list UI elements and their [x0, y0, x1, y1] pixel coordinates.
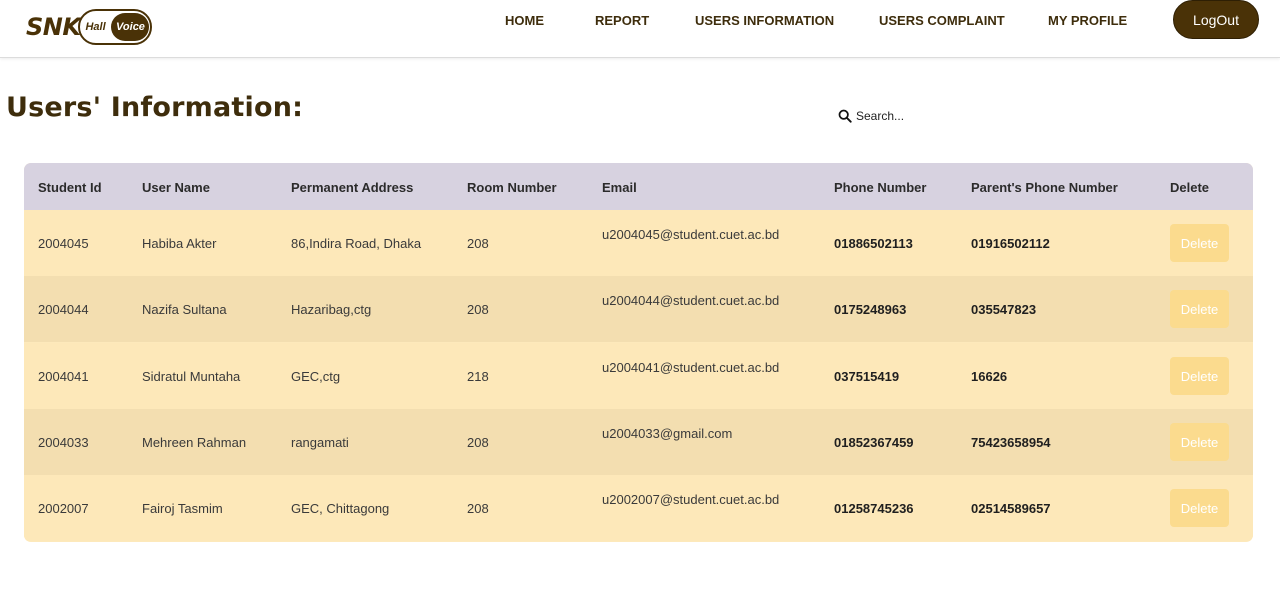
cell-email: u2004045@student.cuet.ac.bd [602, 227, 780, 242]
cell-parent-phone: 02514589657 [971, 501, 1051, 516]
cell-parent-phone: 75423658954 [971, 435, 1051, 450]
table-row: 2002007 Fairoj Tasmim GEC, Chittagong 20… [24, 475, 1253, 541]
cell-phone: 0175248963 [834, 302, 907, 317]
cell-phone: 01852367459 [834, 435, 914, 450]
nav-users-complaint-link[interactable]: USERS COMPLAINT [879, 13, 1005, 28]
table-header: Student Id User Name Permanent Address R… [24, 163, 1253, 210]
cell-email: u2004041@student.cuet.ac.bd [602, 360, 780, 375]
cell-address: GEC, Chittagong [291, 501, 390, 516]
nav-home-link[interactable]: HOME [505, 13, 544, 28]
table-row: 2004033 Mehreen Rahman rangamati 208 u20… [24, 409, 1253, 475]
cell-address: 86,Indira Road, Dhaka [291, 236, 422, 251]
logo[interactable]: SNK Hall Voice [26, 8, 153, 46]
logout-button[interactable]: LogOut [1173, 0, 1259, 39]
delete-button[interactable]: Delete [1170, 489, 1229, 527]
cell-user-name: Nazifa Sultana [142, 302, 227, 317]
delete-button[interactable]: Delete [1170, 423, 1229, 461]
header-parent-phone-number: Parent's Phone Number [971, 180, 1118, 195]
table-row: 2004044 Nazifa Sultana Hazaribag,ctg 208… [24, 276, 1253, 342]
cell-phone: 037515419 [834, 369, 900, 384]
search-box [838, 106, 1016, 126]
cell-parent-phone: 16626 [971, 369, 1008, 384]
cell-address: GEC,ctg [291, 369, 341, 384]
delete-button[interactable]: Delete [1170, 357, 1229, 395]
cell-phone: 01886502113 [834, 236, 913, 251]
delete-button[interactable]: Delete [1170, 290, 1229, 328]
navbar: SNK Hall Voice HOME REPORT USERS INFORMA… [0, 0, 1280, 58]
cell-student-id: 2004033 [38, 435, 89, 450]
cell-user-name: Habiba Akter [142, 236, 217, 251]
cell-user-name: Fairoj Tasmim [142, 501, 223, 516]
table-row: 2004041 Sidratul Muntaha GEC,ctg 218 u20… [24, 343, 1253, 409]
cell-email: u2004044@student.cuet.ac.bd [602, 293, 780, 308]
cell-student-id: 2004044 [38, 302, 89, 317]
search-input[interactable] [856, 109, 1016, 123]
cell-room-number: 218 [467, 369, 489, 384]
logo-hall-voice-badge: Hall Voice [78, 9, 153, 45]
search-icon[interactable] [838, 109, 852, 123]
users-table: Student Id User Name Permanent Address R… [24, 163, 1253, 542]
cell-student-id: 2004045 [38, 236, 89, 251]
page-title: Users' Information: [6, 92, 304, 123]
logo-snk-text: SNK [26, 13, 81, 41]
logo-hall-text: Hall [85, 21, 106, 33]
cell-student-id: 2002007 [38, 501, 89, 516]
cell-user-name: Mehreen Rahman [142, 435, 247, 450]
header-delete: Delete [1170, 180, 1210, 195]
header-permanent-address: Permanent Address [291, 180, 414, 195]
nav-report-link[interactable]: REPORT [595, 13, 649, 28]
logo-voice-text: Voice [111, 13, 150, 41]
header-room-number: Room Number [467, 180, 557, 195]
cell-parent-phone: 01916502112 [971, 236, 1050, 251]
nav-my-profile-link[interactable]: MY PROFILE [1048, 13, 1127, 28]
delete-button[interactable]: Delete [1170, 224, 1229, 262]
nav-users-information-link[interactable]: USERS INFORMATION [695, 13, 834, 28]
cell-parent-phone: 035547823 [971, 302, 1037, 317]
table-row: 2004045 Habiba Akter 86,Indira Road, Dha… [24, 210, 1253, 276]
header-user-name: User Name [142, 180, 210, 195]
cell-user-name: Sidratul Muntaha [142, 369, 241, 384]
cell-room-number: 208 [467, 302, 489, 317]
cell-email: u2002007@student.cuet.ac.bd [602, 492, 780, 507]
header-email: Email [602, 180, 637, 195]
cell-phone: 01258745236 [834, 501, 914, 516]
cell-student-id: 2004041 [38, 369, 89, 384]
header-student-id: Student Id [38, 180, 102, 195]
cell-room-number: 208 [467, 501, 489, 516]
header-phone-number: Phone Number [834, 180, 927, 195]
cell-address: Hazaribag,ctg [291, 302, 372, 317]
cell-email: u2004033@gmail.com [602, 426, 733, 441]
cell-room-number: 208 [467, 236, 489, 251]
cell-address: rangamati [291, 435, 349, 450]
cell-room-number: 208 [467, 435, 489, 450]
